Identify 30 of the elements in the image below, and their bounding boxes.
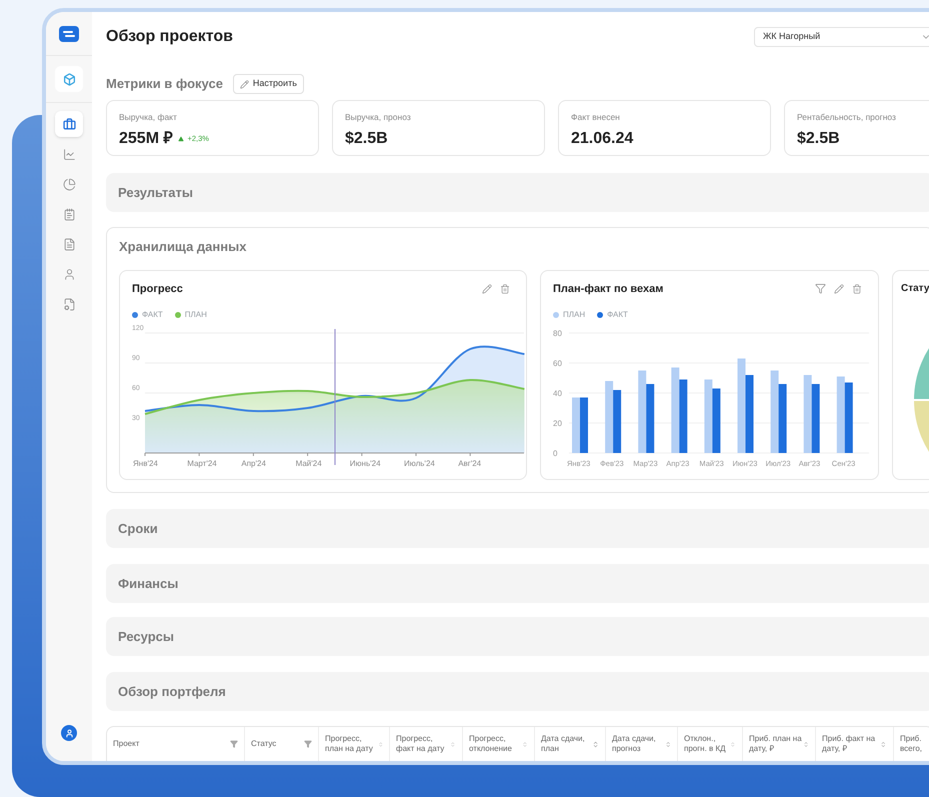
axis-label: Янв'24 xyxy=(133,459,158,468)
axis-label: 60 xyxy=(553,359,562,368)
axis-label: 20 xyxy=(553,419,562,428)
metric-label: Рентабельность, прогноз xyxy=(797,111,897,124)
legend-label: ПЛАН xyxy=(184,309,207,321)
metric-value: 21.06.24 xyxy=(571,128,634,149)
section-title: Хранилища данных xyxy=(119,238,248,256)
chart-title: Прогресс xyxy=(132,282,183,296)
legend-label: ПЛАН xyxy=(563,309,586,321)
axis-label: Апр'24 xyxy=(241,459,266,468)
chart-title: План-факт по вехам xyxy=(553,282,664,296)
metric-label: Выручка, факт xyxy=(119,111,178,124)
axis-label: 0 xyxy=(553,449,558,458)
metric-value: $2.5B xyxy=(345,128,388,149)
axis-label: Июль'24 xyxy=(404,459,435,468)
metric-label: Факт внесен xyxy=(571,111,621,124)
axis-label: Июнь'24 xyxy=(350,459,381,468)
legend-label: ФАКТ xyxy=(142,309,163,321)
axis-label: Март'24 xyxy=(187,459,217,468)
axis-label: 80 xyxy=(553,329,562,338)
chart-title: Стату xyxy=(901,282,929,296)
axis-label: Май'24 xyxy=(296,459,322,468)
metric-value: $2.5B xyxy=(797,128,840,149)
axis-label: 40 xyxy=(553,389,562,398)
section-title: Метрики в фокусе xyxy=(106,75,223,94)
legend-label: ФАКТ xyxy=(607,309,628,321)
metric-label: Выручка, проноз xyxy=(345,111,412,124)
metric-value: 255M ₽ xyxy=(119,128,172,149)
page-title: Обзор проектов xyxy=(106,27,234,47)
axis-label: Авг'24 xyxy=(458,459,482,468)
